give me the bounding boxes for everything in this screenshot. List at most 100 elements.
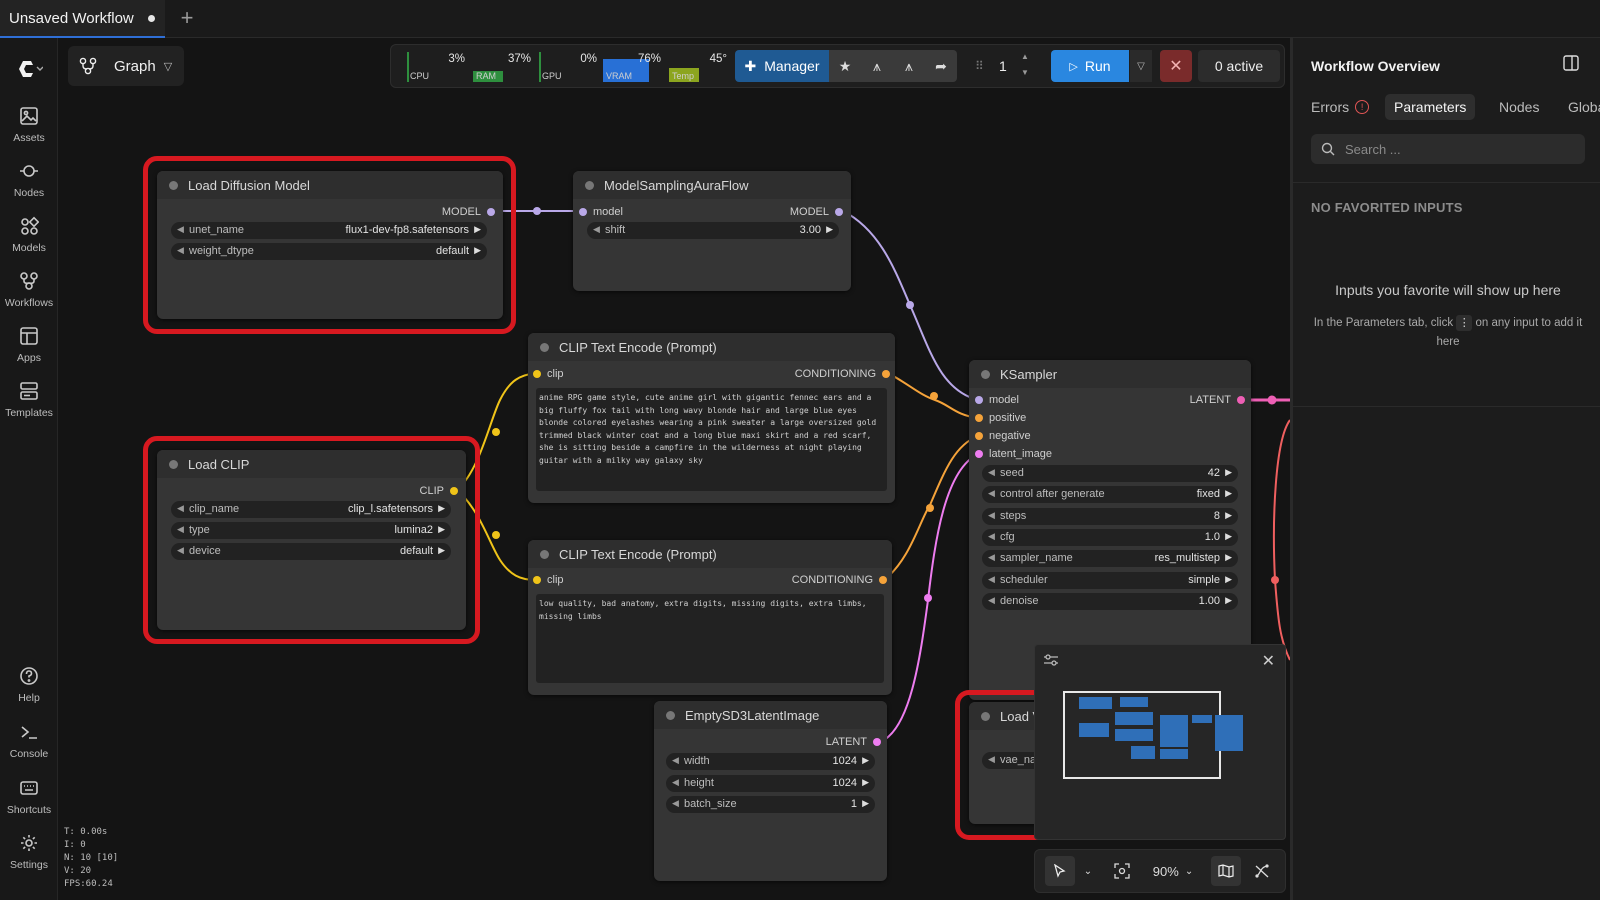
- manager-button[interactable]: ✚ Manager: [735, 50, 829, 82]
- node-collapse-dot[interactable]: [981, 711, 990, 721]
- zoom-select[interactable]: 90% ⌄: [1143, 856, 1203, 886]
- arrow-left-icon[interactable]: ◀: [177, 245, 184, 256]
- arrow-left-icon[interactable]: ◀: [177, 503, 184, 514]
- decrement-icon[interactable]: ▼: [1021, 68, 1029, 77]
- slot-dot[interactable]: [579, 208, 587, 216]
- arrow-left-icon[interactable]: ◀: [988, 595, 995, 606]
- node-clip-text-encode-negative[interactable]: CLIP Text Encode (Prompt) clip CONDITION…: [528, 540, 892, 695]
- node-collapse-dot[interactable]: [169, 459, 178, 469]
- arrow-right-icon[interactable]: ▶: [862, 755, 869, 766]
- prompt-textarea[interactable]: low quality, bad anatomy, extra digits, …: [536, 594, 884, 683]
- slot-dot[interactable]: [835, 208, 843, 216]
- hide-links-icon[interactable]: [1247, 856, 1277, 886]
- arrow-left-icon[interactable]: ◀: [672, 755, 679, 766]
- slot-dot[interactable]: [873, 738, 881, 746]
- arrow-left-icon[interactable]: ◀: [988, 488, 995, 499]
- prompt-textarea[interactable]: anime RPG game style, cute anime girl wi…: [536, 388, 887, 491]
- widget-steps[interactable]: ◀ steps 8 ▶: [982, 508, 1238, 525]
- node-load-clip[interactable]: Load CLIP CLIP ◀ clip_name clip_l.safetens…: [157, 450, 466, 630]
- slot-dot[interactable]: [975, 414, 983, 422]
- input-slot-clip[interactable]: clip: [533, 367, 564, 381]
- arrow-left-icon[interactable]: ◀: [177, 545, 184, 556]
- arrow-right-icon[interactable]: ▶: [474, 224, 481, 235]
- select-tool-icon[interactable]: [1045, 856, 1075, 886]
- arrow-left-icon[interactable]: ◀: [988, 510, 995, 521]
- node-title-bar[interactable]: CLIP Text Encode (Prompt): [528, 540, 892, 568]
- sidebar-item-settings[interactable]: Settings: [0, 833, 58, 885]
- node-collapse-dot[interactable]: [169, 180, 178, 190]
- run-button[interactable]: ▷ Run: [1051, 50, 1129, 82]
- slot-dot[interactable]: [879, 576, 887, 584]
- close-icon[interactable]: ✕: [1262, 651, 1275, 671]
- node-title-bar[interactable]: Load Diffusion Model: [157, 171, 503, 199]
- arrow-left-icon[interactable]: ◀: [177, 224, 184, 235]
- arrow-right-icon[interactable]: ▶: [438, 545, 445, 556]
- arrow-right-icon[interactable]: ▶: [826, 224, 833, 235]
- parameters-search-input[interactable]: Search ...: [1311, 134, 1585, 164]
- arrow-right-icon[interactable]: ▶: [1225, 488, 1232, 499]
- widget-control-after-generate[interactable]: ◀ control after generate fixed ▶: [982, 486, 1238, 503]
- slot-dot[interactable]: [975, 432, 983, 440]
- node-title-bar[interactable]: ModelSamplingAuraFlow: [573, 171, 851, 199]
- arrow-left-icon[interactable]: ◀: [593, 224, 600, 235]
- sidebar-item-apps[interactable]: Apps: [0, 326, 58, 378]
- arrow-right-icon[interactable]: ▶: [1225, 552, 1232, 563]
- output-slot-latent[interactable]: LATENT: [1190, 393, 1245, 407]
- sidebar-item-workflows[interactable]: Workflows: [0, 271, 58, 323]
- widget-width[interactable]: ◀ width 1024 ▶: [666, 753, 875, 770]
- output-slot-model[interactable]: MODEL: [442, 205, 495, 219]
- arrow-left-icon[interactable]: ◀: [988, 467, 995, 478]
- node-load-diffusion-model[interactable]: Load Diffusion Model MODEL ◀ unet_name flu…: [157, 171, 503, 319]
- star-icon[interactable]: ★: [829, 50, 861, 82]
- output-slot-model[interactable]: MODEL: [790, 205, 843, 219]
- arrow-right-icon[interactable]: ▶: [1225, 531, 1232, 542]
- arrow-left-icon[interactable]: ◀: [988, 531, 995, 542]
- new-tab-plus-icon[interactable]: +: [176, 7, 198, 30]
- input-slot-negative[interactable]: negative: [975, 429, 1031, 443]
- input-slot-model[interactable]: model: [975, 393, 1019, 407]
- widget-cfg[interactable]: ◀ cfg 1.0 ▶: [982, 529, 1238, 546]
- node-title-bar[interactable]: EmptySD3LatentImage: [654, 701, 887, 729]
- output-slot-latent[interactable]: LATENT: [826, 735, 881, 749]
- workflow-tab[interactable]: Unsaved Workflow: [0, 0, 165, 38]
- arrow-left-icon[interactable]: ◀: [672, 798, 679, 809]
- sidebar-item-assets[interactable]: Assets: [0, 106, 58, 158]
- slot-dot[interactable]: [882, 370, 890, 378]
- tab-global[interactable]: Globa: [1568, 94, 1600, 120]
- input-slot-clip[interactable]: clip: [533, 573, 564, 587]
- slot-dot[interactable]: [975, 396, 983, 404]
- sidebar-item-templates[interactable]: Templates: [0, 381, 58, 433]
- slot-dot[interactable]: [1237, 396, 1245, 404]
- node-collapse-dot[interactable]: [981, 369, 990, 379]
- node-model-sampling-aura-flow[interactable]: ModelSamplingAuraFlow model MODEL ◀ shift…: [573, 171, 851, 291]
- arrow-right-icon[interactable]: ▶: [862, 777, 869, 788]
- graph-mode-button[interactable]: Graph ▽: [68, 46, 184, 86]
- node-title-bar[interactable]: KSampler: [969, 360, 1251, 388]
- widget-height[interactable]: ◀ height 1024 ▶: [666, 775, 875, 792]
- node-collapse-dot[interactable]: [585, 180, 594, 190]
- input-slot-positive[interactable]: positive: [975, 411, 1026, 425]
- share-icon[interactable]: ➦: [925, 50, 957, 82]
- node-title-bar[interactable]: CLIP Text Encode (Prompt): [528, 333, 895, 361]
- arrow-left-icon[interactable]: ◀: [988, 552, 995, 563]
- widget-seed[interactable]: ◀ seed 42 ▶: [982, 465, 1238, 482]
- drag-handle-icon[interactable]: ⠿: [975, 59, 984, 73]
- minimap-panel[interactable]: ✕: [1034, 644, 1286, 840]
- node-empty-sd3-latent-image[interactable]: EmptySD3LatentImage LATENT ◀ width 1024 ▶ ◀…: [654, 701, 887, 881]
- model-update-icon[interactable]: ⩚: [893, 50, 925, 82]
- arrow-left-icon[interactable]: ◀: [988, 574, 995, 585]
- stop-button[interactable]: ✕: [1160, 50, 1192, 82]
- slot-dot[interactable]: [533, 370, 541, 378]
- tab-parameters[interactable]: Parameters: [1385, 94, 1476, 120]
- arrow-right-icon[interactable]: ▶: [1225, 574, 1232, 585]
- sidebar-item-nodes[interactable]: Nodes: [0, 161, 58, 213]
- chevron-down-icon[interactable]: ⌄: [1079, 856, 1097, 886]
- sidebar-item-help[interactable]: Help: [0, 666, 58, 718]
- arrow-left-icon[interactable]: ◀: [672, 777, 679, 788]
- batch-count-input[interactable]: 1 ▲ ▼: [991, 50, 1049, 82]
- input-slot-model[interactable]: model: [579, 205, 623, 219]
- output-slot-clip[interactable]: CLIP: [420, 484, 458, 498]
- widget-device[interactable]: ◀ device default ▶: [171, 543, 451, 560]
- arrow-right-icon[interactable]: ▶: [1225, 595, 1232, 606]
- arrow-right-icon[interactable]: ▶: [438, 524, 445, 535]
